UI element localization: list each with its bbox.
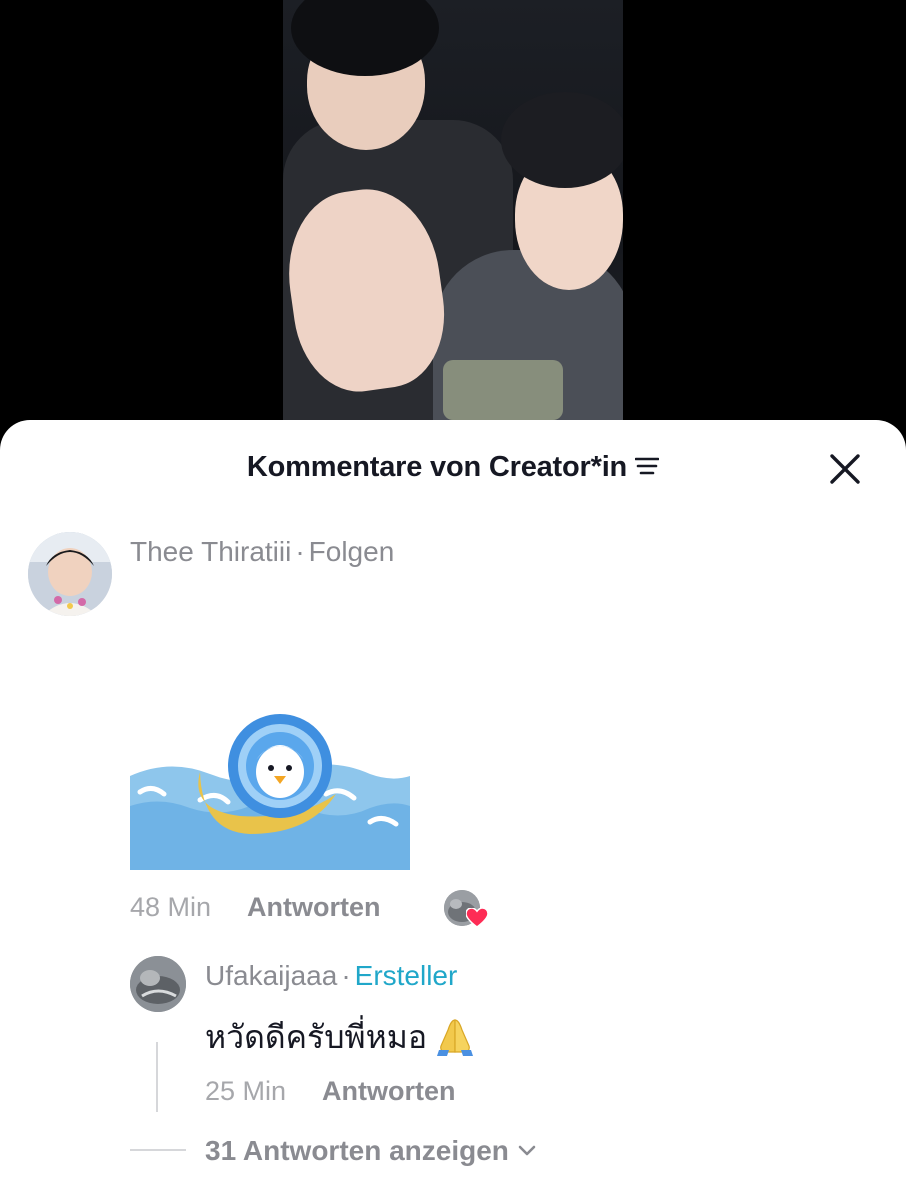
reply-meta: Ufakaijaaa · Ersteller xyxy=(205,960,457,992)
comment-actions: 48 Min Antworten xyxy=(130,892,381,923)
view-replies-label: 31 Antworten anzeigen xyxy=(205,1135,509,1166)
reply-username[interactable]: Ufakaijaaa xyxy=(205,960,337,991)
follow-button[interactable]: Folgen xyxy=(309,536,395,567)
avatar[interactable] xyxy=(28,532,112,616)
close-icon[interactable] xyxy=(826,450,864,488)
meta-separator: · xyxy=(341,960,351,991)
comment-username[interactable]: Thee Thiratiii xyxy=(130,536,291,567)
chevron-down-icon xyxy=(518,1145,536,1156)
avatar-image xyxy=(28,532,112,616)
thread-line xyxy=(156,1042,158,1112)
penguin-coin-sticker xyxy=(130,714,410,870)
video-frame[interactable] xyxy=(283,0,623,430)
meta-separator: · xyxy=(295,536,305,567)
video-area[interactable] xyxy=(0,0,906,440)
reply-reply-button[interactable]: Antworten xyxy=(322,1076,455,1107)
person-right-hair xyxy=(501,92,623,188)
sheet-title-text: Kommentare von Creator*in xyxy=(246,451,628,483)
reply-avatar-image xyxy=(130,956,186,1012)
view-replies-button[interactable]: 31 Antworten anzeigen xyxy=(205,1135,537,1167)
comment-meta: Thee Thiratiii · Folgen xyxy=(130,536,394,568)
creator-badge: Ersteller xyxy=(354,960,458,991)
filter-icon[interactable] xyxy=(635,456,660,476)
shirt-print xyxy=(443,360,563,420)
pray-icon xyxy=(437,1019,474,1056)
comment-time: 48 Min xyxy=(130,892,212,922)
comments-sheet: Kommentare von Creator*in Thee Thiratiii… xyxy=(0,420,906,1200)
reply-text: หวัดดีครับพี่หมอ xyxy=(205,1012,477,1063)
reply-button[interactable]: Antworten xyxy=(247,892,380,923)
reply-actions: 25 Min Antworten xyxy=(205,1076,456,1107)
view-replies-divider xyxy=(130,1149,186,1151)
sheet-header: Kommentare von Creator*in xyxy=(0,420,906,516)
creator-liked-badge xyxy=(444,890,488,930)
sheet-title[interactable]: Kommentare von Creator*in xyxy=(0,451,906,484)
reply-time: 25 Min xyxy=(205,1076,287,1106)
reply-avatar[interactable] xyxy=(130,956,186,1012)
heart-icon xyxy=(466,908,488,928)
reply-body: หวัดดีครับพี่หมอ xyxy=(205,1018,428,1056)
